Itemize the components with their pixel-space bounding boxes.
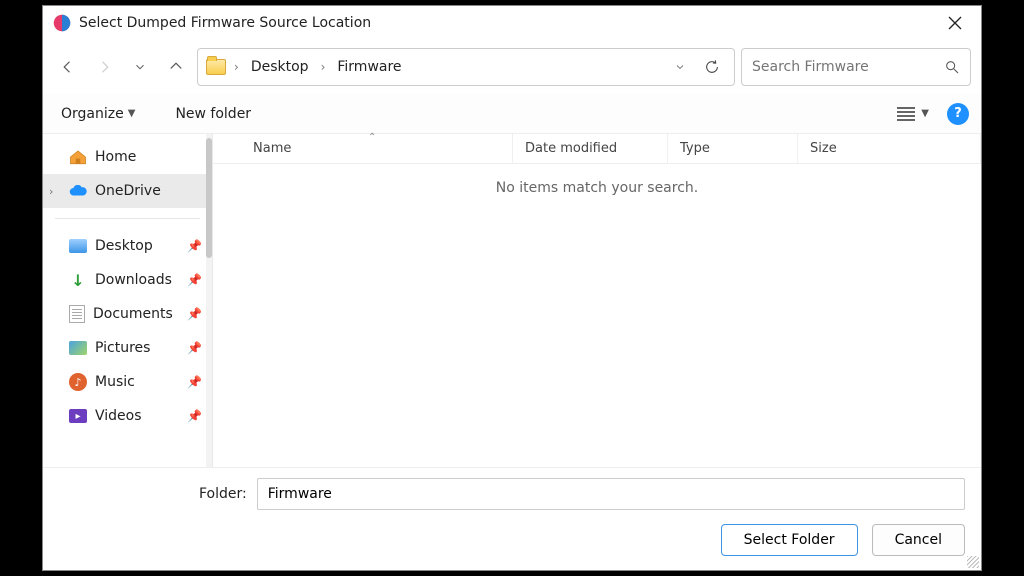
- caret-down-icon: ▼: [128, 108, 136, 119]
- folder-label: Folder:: [199, 486, 247, 502]
- sidebar-label: Downloads: [95, 272, 172, 288]
- scrollbar-thumb[interactable]: [206, 138, 212, 258]
- sidebar-label: Desktop: [95, 238, 153, 254]
- nav-toolbar: › Desktop › Firmware: [43, 40, 981, 94]
- sidebar-label: Videos: [95, 408, 142, 424]
- column-header-date[interactable]: Date modified: [513, 134, 668, 163]
- refresh-icon: [704, 59, 720, 75]
- app-icon: [53, 14, 71, 32]
- documents-icon: [69, 305, 85, 323]
- new-folder-button[interactable]: New folder: [169, 102, 257, 126]
- folder-name-row: Folder:: [59, 478, 965, 510]
- sort-asc-icon: ⌃: [368, 132, 376, 143]
- search-icon: [944, 59, 960, 75]
- pin-icon: 📌: [187, 341, 202, 355]
- music-icon: [69, 373, 87, 391]
- breadcrumb-chevron-icon: ›: [319, 60, 328, 74]
- sidebar-label: Music: [95, 374, 135, 390]
- pin-icon: 📌: [187, 239, 202, 253]
- column-headers: Name ⌃ Date modified Type Size: [213, 134, 981, 164]
- sidebar-scrollbar[interactable]: [206, 134, 212, 467]
- dialog-body: Home › OneDrive Desktop 📌 ↓ Downloads 📌 …: [43, 134, 981, 467]
- downloads-icon: ↓: [69, 272, 87, 288]
- pin-icon: 📌: [187, 409, 202, 423]
- sidebar-item-home[interactable]: Home: [43, 140, 212, 174]
- pin-icon: 📌: [187, 375, 202, 389]
- sidebar-separator: [55, 218, 200, 219]
- organize-button[interactable]: Organize ▼: [55, 102, 141, 126]
- sidebar-item-videos[interactable]: Videos 📌: [43, 399, 212, 433]
- titlebar: Select Dumped Firmware Source Location: [43, 6, 981, 40]
- sidebar-label: Documents: [93, 306, 173, 322]
- videos-icon: [69, 409, 87, 423]
- folder-icon: [206, 59, 226, 75]
- expand-icon[interactable]: ›: [49, 185, 53, 198]
- empty-message: No items match your search.: [213, 164, 981, 467]
- sidebar-item-music[interactable]: Music 📌: [43, 365, 212, 399]
- close-icon: [948, 16, 962, 30]
- cancel-button[interactable]: Cancel: [872, 524, 965, 556]
- address-bar[interactable]: › Desktop › Firmware: [197, 48, 735, 86]
- column-header-type[interactable]: Type: [668, 134, 798, 163]
- sidebar-item-pictures[interactable]: Pictures 📌: [43, 331, 212, 365]
- back-button[interactable]: [53, 52, 83, 82]
- sidebar-item-documents[interactable]: Documents 📌: [43, 297, 212, 331]
- breadcrumb-firmware[interactable]: Firmware: [333, 55, 405, 79]
- command-bar: Organize ▼ New folder ▼ ?: [43, 94, 981, 134]
- pictures-icon: [69, 341, 87, 355]
- list-view-icon: [897, 107, 915, 121]
- address-dropdown-button[interactable]: [668, 55, 692, 79]
- arrow-right-icon: [95, 58, 113, 76]
- search-box[interactable]: [741, 48, 971, 86]
- action-buttons: Select Folder Cancel: [59, 524, 965, 556]
- help-button[interactable]: ?: [947, 103, 969, 125]
- sidebar-item-downloads[interactable]: ↓ Downloads 📌: [43, 263, 212, 297]
- sidebar-label: Home: [95, 149, 136, 165]
- desktop-icon: [69, 239, 87, 253]
- recent-dropdown-button[interactable]: [125, 52, 155, 82]
- navigation-pane: Home › OneDrive Desktop 📌 ↓ Downloads 📌 …: [43, 134, 213, 467]
- caret-down-icon: ▼: [921, 108, 929, 119]
- file-list-pane: Name ⌃ Date modified Type Size No items …: [213, 134, 981, 467]
- up-button[interactable]: [161, 52, 191, 82]
- select-folder-button[interactable]: Select Folder: [721, 524, 858, 556]
- column-header-name[interactable]: Name ⌃: [213, 134, 513, 163]
- organize-label: Organize: [61, 106, 124, 122]
- sidebar-item-desktop[interactable]: Desktop 📌: [43, 229, 212, 263]
- home-icon: [69, 149, 87, 165]
- arrow-left-icon: [59, 58, 77, 76]
- breadcrumb-desktop[interactable]: Desktop: [247, 55, 313, 79]
- cloud-icon: [69, 185, 87, 197]
- chevron-down-icon: [674, 61, 686, 73]
- view-options-button[interactable]: ▼: [891, 103, 935, 125]
- breadcrumb-chevron-icon: ›: [232, 60, 241, 74]
- column-header-size[interactable]: Size: [798, 134, 981, 163]
- folder-name-input[interactable]: [257, 478, 965, 510]
- sidebar-label: OneDrive: [95, 183, 161, 199]
- pin-icon: 📌: [187, 307, 202, 321]
- arrow-up-icon: [167, 58, 185, 76]
- sidebar-label: Pictures: [95, 340, 150, 356]
- chevron-down-icon: [133, 60, 147, 74]
- resize-grip[interactable]: [967, 556, 979, 568]
- close-button[interactable]: [939, 10, 971, 36]
- help-icon: ?: [954, 106, 962, 121]
- pin-icon: 📌: [187, 273, 202, 287]
- search-input[interactable]: [752, 59, 944, 75]
- sidebar-item-onedrive[interactable]: › OneDrive: [43, 174, 212, 208]
- dialog-footer: Folder: Select Folder Cancel: [43, 467, 981, 570]
- folder-picker-dialog: Select Dumped Firmware Source Location ›…: [42, 5, 982, 571]
- window-title: Select Dumped Firmware Source Location: [79, 15, 939, 31]
- refresh-button[interactable]: [698, 53, 726, 81]
- forward-button[interactable]: [89, 52, 119, 82]
